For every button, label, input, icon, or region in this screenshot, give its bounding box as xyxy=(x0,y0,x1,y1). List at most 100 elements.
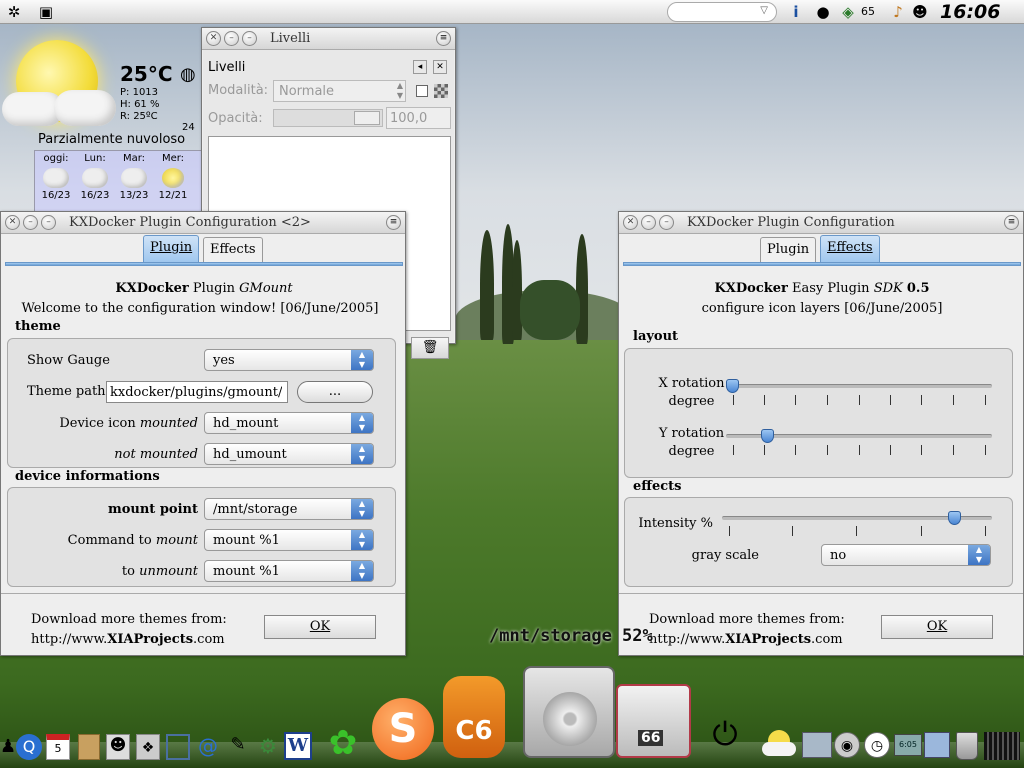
notes-icon[interactable] xyxy=(78,734,100,760)
unmount-command-select[interactable]: mount %1 ▲ ▼ xyxy=(204,560,374,582)
lock-alpha-checkbox[interactable] xyxy=(416,85,428,97)
checker-icon xyxy=(434,84,448,98)
weather-icon[interactable] xyxy=(760,728,798,758)
power-plug-icon[interactable]: ⏻ xyxy=(708,708,742,760)
pencil-icon[interactable]: ✎ xyxy=(226,734,250,760)
internet-icon[interactable]: @ xyxy=(196,734,220,760)
speaker-icon[interactable]: ◉ xyxy=(834,732,860,758)
hard-drive-icon[interactable] xyxy=(523,666,615,758)
slider-tick xyxy=(764,395,765,405)
tab-effects-label: Effects xyxy=(827,240,873,255)
tab-effects-label: Effects xyxy=(210,242,256,257)
close-icon[interactable]: ✕ xyxy=(206,31,221,46)
panel-title: Livelli xyxy=(208,60,246,75)
opacity-field[interactable]: 100,0 xyxy=(386,107,451,129)
window-list-icon[interactable]: ▣ xyxy=(36,2,56,22)
network-computers-icon[interactable] xyxy=(924,732,950,758)
minimize-icon[interactable]: – xyxy=(23,215,38,230)
minimize-icon[interactable]: – xyxy=(641,215,656,230)
tab-plugin[interactable]: Plugin xyxy=(143,235,200,263)
ok-button[interactable]: OK xyxy=(264,615,376,639)
detach-icon[interactable]: ◂ xyxy=(413,60,427,74)
maximize-icon[interactable]: – xyxy=(41,215,56,230)
calendar-icon[interactable]: 5 xyxy=(46,734,70,760)
tab-underline xyxy=(623,262,1021,266)
slider-tick xyxy=(953,445,954,455)
window-title: KXDocker Plugin Configuration xyxy=(687,215,895,230)
x-rotation-slider-handle[interactable] xyxy=(726,379,739,393)
tab-plugin[interactable]: Plugin xyxy=(760,237,817,263)
skype-icon[interactable]: S xyxy=(372,698,434,760)
tux-icon[interactable]: ☻ xyxy=(106,734,130,760)
panel-combo[interactable]: ▽ xyxy=(667,2,777,22)
window-menu-icon[interactable]: ≡ xyxy=(386,215,401,230)
bomb-icon[interactable]: ● xyxy=(813,2,833,22)
chevron-down-icon: ▽ xyxy=(760,5,768,16)
cloud-icon xyxy=(762,742,796,756)
maximize-icon[interactable]: – xyxy=(659,215,674,230)
tab-effects[interactable]: Effects xyxy=(203,237,263,263)
download-url[interactable]: http://www.XIAProjects.com xyxy=(31,632,225,647)
x-rotation-unit: degree xyxy=(668,394,715,409)
mount-command-select[interactable]: mount %1 ▲ ▼ xyxy=(204,529,374,551)
tux-icon[interactable]: ☻ xyxy=(910,2,930,22)
slider-tick xyxy=(856,526,857,536)
mode-select[interactable]: Normale ▲ ▼ xyxy=(273,80,406,102)
forecast-day: Mer: 12/21 xyxy=(154,153,192,201)
system-menu-icon[interactable]: ✲ xyxy=(4,2,24,22)
trash-icon[interactable] xyxy=(956,732,978,760)
opacity-slider-handle[interactable] xyxy=(354,111,380,125)
user-icon[interactable]: ♟ xyxy=(0,736,16,762)
windows-icon[interactable] xyxy=(166,734,190,760)
plugin-heading: KXDocker Plugin GMount xyxy=(1,281,407,296)
audio-icon[interactable]: ♪ xyxy=(888,2,908,22)
window-menu-icon[interactable]: ≡ xyxy=(436,31,451,46)
network-icon[interactable]: ◈ xyxy=(838,2,858,22)
word-icon[interactable]: W xyxy=(284,732,312,760)
mount-point-select[interactable]: /mnt/storage ▲ ▼ xyxy=(204,498,374,520)
dock: ♟ Q 5 ☻ ❖ @ ✎ ⚙ W ✿ S C6 66 ⏻ ◉ ◷ 6:05 xyxy=(0,666,1024,768)
c6-mascot-icon[interactable]: C6 xyxy=(443,676,505,758)
apple-icon[interactable]: ❖ xyxy=(136,734,160,760)
slider-tick xyxy=(985,395,986,405)
cloud-icon xyxy=(43,168,69,188)
close-icon[interactable]: ✕ xyxy=(433,60,447,74)
browse-button[interactable]: ... xyxy=(297,381,373,403)
equalizer-icon[interactable] xyxy=(984,732,1020,760)
download-url[interactable]: http://www.XIAProjects.com xyxy=(649,632,843,647)
globe-icon[interactable]: ◍ xyxy=(180,64,196,85)
spin-arrows-icon: ▲ ▼ xyxy=(351,499,373,519)
gear-icon[interactable]: ⚙ xyxy=(256,734,280,760)
counter-icon[interactable]: 66 xyxy=(616,684,691,758)
panel-clock[interactable]: 16:06 xyxy=(940,1,1000,23)
sdk-titlebar[interactable]: ✕ – – KXDocker Plugin Configuration ≡ xyxy=(619,212,1023,234)
livelli-titlebar[interactable]: ✕ – – Livelli ≡ xyxy=(202,28,455,50)
opacity-slider[interactable] xyxy=(273,109,383,127)
not-mounted-icon-select[interactable]: hd_umount ▲ ▼ xyxy=(204,443,374,465)
icq-flower-icon[interactable]: ✿ xyxy=(324,724,362,762)
x-rotation-track[interactable] xyxy=(726,384,992,388)
ok-button[interactable]: OK xyxy=(881,615,993,639)
theme-path-input[interactable]: kxdocker/plugins/gmount/ xyxy=(106,381,288,403)
info-icon[interactable]: i xyxy=(786,2,806,22)
trash-icon[interactable]: 🗑 xyxy=(411,337,449,359)
monitor-icon[interactable] xyxy=(802,732,832,758)
weather-widget[interactable]: 25°C ◍ P: 1013 H: 61 % R: 25ºC 24 Parzia… xyxy=(0,28,205,213)
gmount-titlebar[interactable]: ✕ – – KXDocker Plugin Configuration <2> … xyxy=(1,212,405,234)
maximize-icon[interactable]: – xyxy=(242,31,257,46)
weather-forecast: oggi: 16/23 Lun: 16/23 Mar: 13/23 Mer: 1… xyxy=(34,150,204,212)
mount-command-value: mount %1 xyxy=(213,533,280,548)
show-gauge-select[interactable]: yes ▲ ▼ xyxy=(204,349,374,371)
tab-effects[interactable]: Effects xyxy=(820,235,880,263)
close-icon[interactable]: ✕ xyxy=(623,215,638,230)
mounted-icon-select[interactable]: hd_mount ▲ ▼ xyxy=(204,412,374,434)
clock-icon[interactable]: ◷ xyxy=(864,732,890,758)
search-icon[interactable]: Q xyxy=(16,734,42,760)
close-icon[interactable]: ✕ xyxy=(5,215,20,230)
slider-tick xyxy=(859,395,860,405)
window-menu-icon[interactable]: ≡ xyxy=(1004,215,1019,230)
command-italic: mount xyxy=(155,533,198,548)
lcd-clock-icon[interactable]: 6:05 xyxy=(894,734,922,756)
gray-scale-select[interactable]: no ▲ ▼ xyxy=(821,544,991,566)
minimize-icon[interactable]: – xyxy=(224,31,239,46)
